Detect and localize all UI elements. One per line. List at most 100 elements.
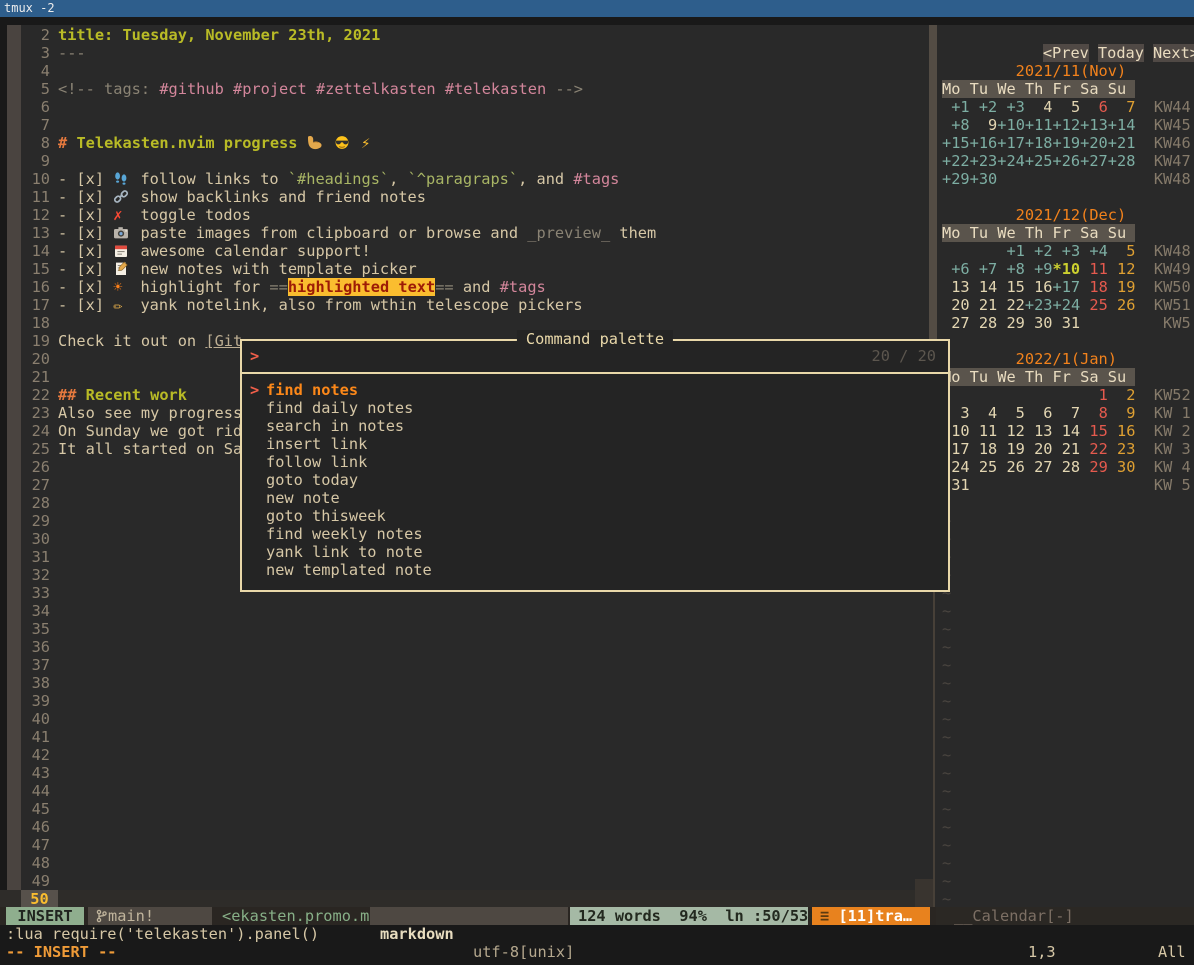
calendar-prev-button[interactable]: <Prev — [1043, 44, 1089, 62]
text-segment: ~ — [942, 782, 951, 800]
palette-item[interactable]: insert link — [242, 435, 948, 453]
palette-prompt[interactable]: > 20 / 20 — [242, 341, 948, 372]
editor-line[interactable]: 47 — [0, 836, 928, 854]
editor-line[interactable]: 45 — [0, 800, 928, 818]
text-segment: 20 21 22 — [942, 296, 1025, 314]
palette-item[interactable]: new templated note — [242, 561, 948, 579]
editor-line[interactable]: 17- [x] ✏ yank notelink, also from wthin… — [0, 296, 928, 314]
editor-line[interactable]: 8# Telekasten.nvim progress ⚡ — [0, 134, 928, 152]
editor-line[interactable]: 34 — [0, 602, 928, 620]
editor-line[interactable]: 39 — [0, 692, 928, 710]
editor-line[interactable]: 3--- — [0, 44, 928, 62]
palette-item[interactable]: search in notes — [242, 417, 948, 435]
calendar-today-button[interactable]: Today — [1098, 44, 1144, 62]
calendar-week-row[interactable]: 24 25 26 27 28 29 30 KW 4 — [942, 458, 1191, 476]
text-segment: ~ — [942, 836, 951, 854]
calendar-week-row[interactable]: 3 4 5 6 7 8 9 KW 1 — [942, 404, 1191, 422]
palette-item[interactable]: goto today — [242, 471, 948, 489]
line-number: 28 — [21, 494, 50, 512]
calendar-week-row[interactable]: 17 18 19 20 21 22 23 KW 3 — [942, 440, 1191, 458]
text-segment: 5 — [1108, 242, 1136, 260]
calendar-next-button[interactable]: Next> — [1153, 44, 1194, 62]
editor-line[interactable]: 48 — [0, 854, 928, 872]
palette-item[interactable]: find daily notes — [242, 399, 948, 417]
calendar-week-row[interactable]: +29+30 KW48 — [942, 170, 1191, 188]
line-number: 34 — [21, 602, 50, 620]
calendar-week-row[interactable]: 31 KW 5 — [942, 476, 1191, 494]
palette-item[interactable]: new note — [242, 489, 948, 507]
text-segment: ## — [58, 386, 76, 404]
editor-line[interactable]: 15- [x] new notes with template picker — [0, 260, 928, 278]
calendar-week-row[interactable]: +6 +7 +8 +9*10 11 12 KW49 — [942, 260, 1191, 278]
line-number: 13 — [21, 224, 50, 242]
line-number: 23 — [21, 404, 50, 422]
palette-item[interactable]: yank link to note — [242, 543, 948, 561]
editor-line[interactable]: 42 — [0, 746, 928, 764]
palette-item-label: goto thisweek — [266, 507, 386, 525]
git-branch-segment[interactable]: main! — [88, 907, 212, 925]
window-titlebar[interactable]: tmux -2 — [0, 0, 1194, 17]
editor-line[interactable]: 12- [x] ✗ toggle todos — [0, 206, 928, 224]
editor-line[interactable]: 41 — [0, 728, 928, 746]
editor-line[interactable]: 13- [x] paste images from clipboard or b… — [0, 224, 928, 242]
calendar-week-row[interactable]: +1 +2 +3 4 5 6 7 KW44 — [942, 98, 1191, 116]
line-number: 41 — [21, 728, 50, 746]
empty-buffer-tilde: ~ — [942, 710, 951, 728]
editor-line[interactable]: 46 — [0, 818, 928, 836]
palette-item[interactable]: >find notes — [242, 381, 948, 399]
line-number: 27 — [21, 476, 50, 494]
editor-line[interactable]: 10- [x] follow links to `#headings`, `^p… — [0, 170, 928, 188]
editor-line[interactable]: 4 — [0, 62, 928, 80]
palette-item-label: find daily notes — [266, 399, 413, 417]
editor-line[interactable]: 5<!-- tags: #github #project #zettelkast… — [0, 80, 928, 98]
palette-item[interactable]: follow link — [242, 453, 948, 471]
text-segment: +6 +7 +8 +9 — [942, 260, 1053, 278]
editor-line[interactable]: 18 — [0, 314, 928, 332]
empty-buffer-tilde: ~ — [942, 728, 951, 746]
editor-line[interactable]: 35 — [0, 620, 928, 638]
line-number: 48 — [21, 854, 50, 872]
text-segment: Telekasten.nvim progress — [76, 134, 306, 152]
palette-item[interactable]: goto thisweek — [242, 507, 948, 525]
text-segment: Check it out on — [58, 332, 205, 350]
text-segment: 26 — [1108, 296, 1136, 314]
text-segment: Recent work — [86, 386, 187, 404]
empty-buffer-tilde: ~ — [942, 872, 951, 890]
line-number: 2 — [21, 26, 50, 44]
editor-line[interactable]: 11- [x] show backlinks and friend notes — [0, 188, 928, 206]
calendar-week-row[interactable]: +8 9+10+11+12+13+14 KW45 — [942, 116, 1191, 134]
editor-line[interactable]: 36 — [0, 638, 928, 656]
calendar-week-row[interactable]: 13 14 15 16+17 18 19 KW50 — [942, 278, 1191, 296]
editor-line[interactable]: 50 — [0, 890, 928, 908]
calendar-week-row[interactable]: 10 11 12 13 14 15 16 KW 2 — [942, 422, 1191, 440]
editor-line[interactable]: 14- [x] awesome calendar support! — [0, 242, 928, 260]
calendar-week-row[interactable]: 1 2 KW52 — [942, 386, 1191, 404]
result-count: 20 / 20 — [872, 341, 936, 371]
text-segment: , and — [518, 170, 573, 188]
editor-line[interactable]: 7 — [0, 116, 928, 134]
calendar-week-row[interactable]: +15+16+17+18+19+20+21 KW46 — [942, 134, 1191, 152]
editor-line[interactable]: 9 — [0, 152, 928, 170]
palette-item-label: insert link — [266, 435, 367, 453]
editor-line[interactable]: 37 — [0, 656, 928, 674]
mode-line: -- INSERT -- 1,3 All — [0, 943, 1194, 961]
editor-line[interactable]: 44 — [0, 782, 928, 800]
command-line[interactable]: :lua require('telekasten').panel() — [6, 925, 319, 943]
line-number: 37 — [21, 656, 50, 674]
text-segment: 9 — [970, 116, 998, 134]
calendar-month-title: 2022/1(Jan) — [942, 350, 1117, 368]
calendar-weekday-header: Mo Tu We Th Fr Sa Su — [942, 224, 1135, 242]
calendar-week-row[interactable]: +1 +2 +3 +4 5 KW48 — [942, 242, 1191, 260]
editor-line[interactable]: 16- [x] ☀ highlight for ==highlighted te… — [0, 278, 928, 296]
warning-segment[interactable]: ≡ [11]tra… — [812, 907, 930, 925]
editor-line[interactable]: 6 — [0, 98, 928, 116]
editor-line[interactable]: 49 — [0, 872, 928, 890]
editor-line[interactable]: 43 — [0, 764, 928, 782]
editor-line[interactable]: 2title: Tuesday, November 23th, 2021 — [0, 26, 928, 44]
calendar-week-row[interactable]: 27 28 29 30 31 KW5 — [942, 314, 1191, 332]
palette-item[interactable]: find weekly notes — [242, 525, 948, 543]
calendar-week-row[interactable]: +22+23+24+25+26+27+28 KW47 — [942, 152, 1191, 170]
editor-line[interactable]: 38 — [0, 674, 928, 692]
editor-line[interactable]: 40 — [0, 710, 928, 728]
calendar-week-row[interactable]: 20 21 22+23+24 25 26 KW51 — [942, 296, 1191, 314]
